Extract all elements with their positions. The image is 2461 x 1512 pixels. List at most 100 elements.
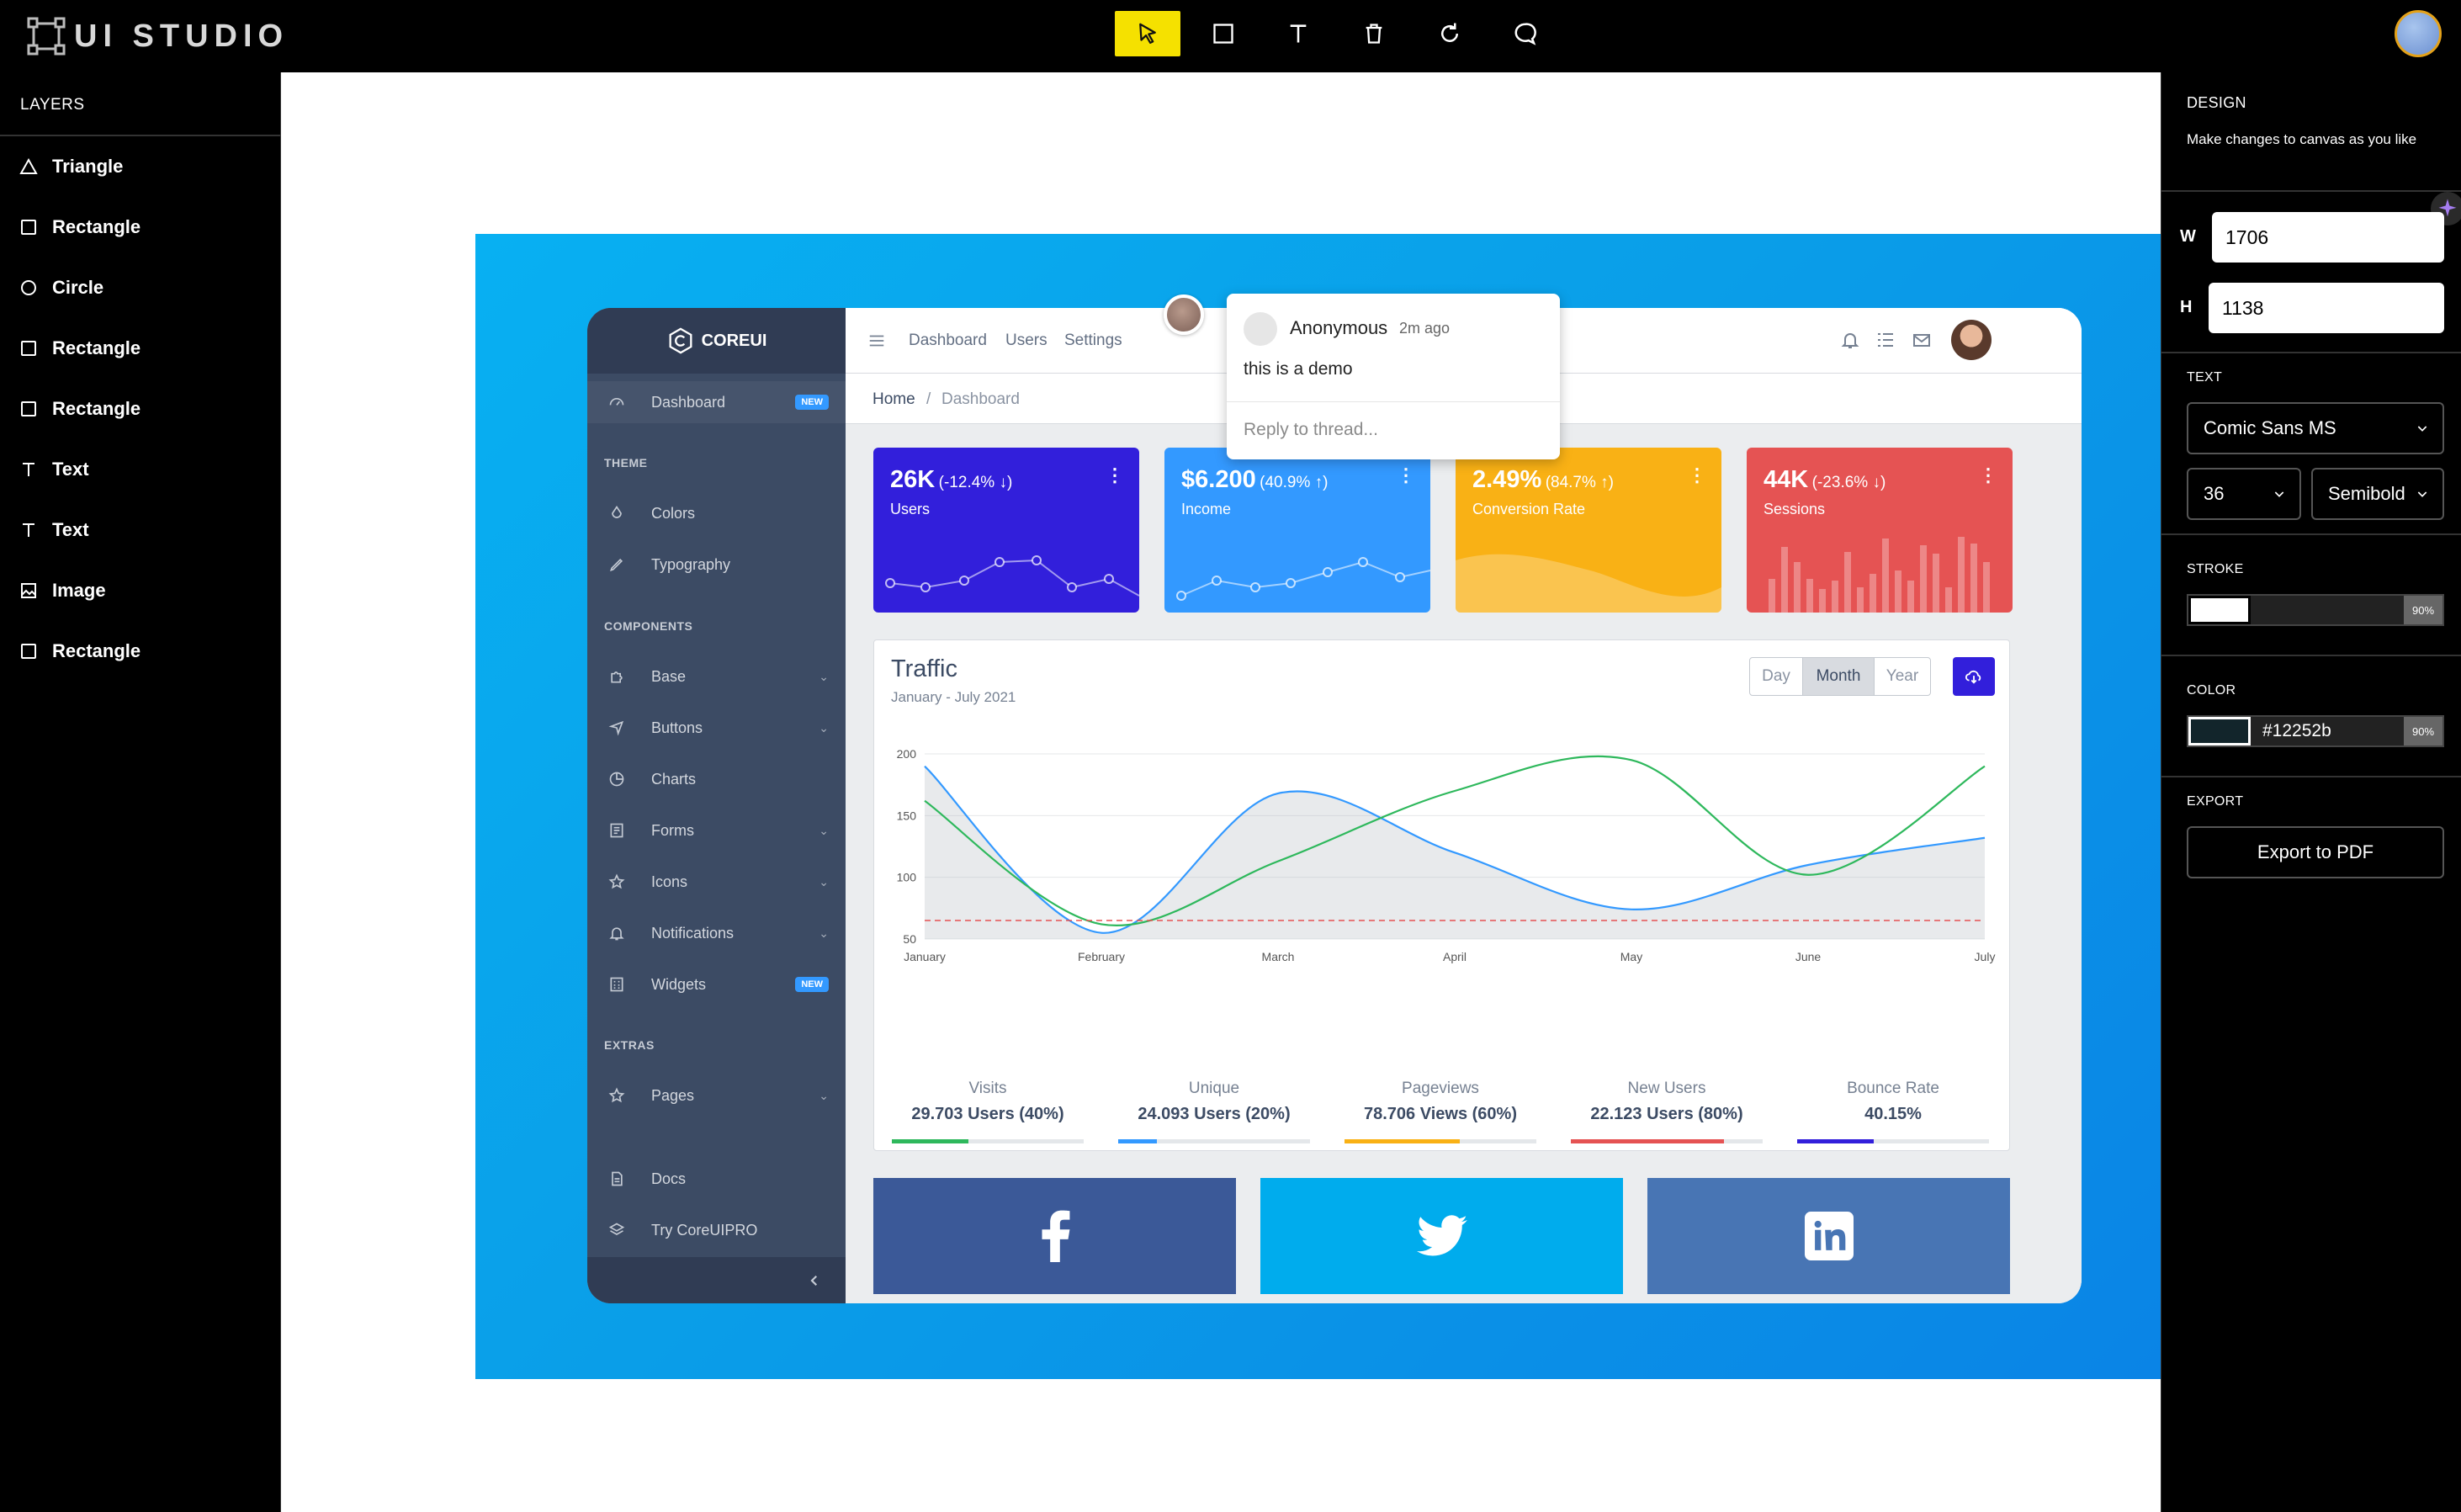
twitter-icon — [1416, 1215, 1467, 1256]
period-day-button[interactable]: Day — [1749, 657, 1803, 696]
sparkline-point — [1286, 578, 1296, 588]
layer-label: Circle — [52, 277, 104, 298]
stroke-control[interactable]: 90% — [2187, 594, 2444, 626]
card-value: $6.200 — [1181, 466, 1256, 493]
font-size-select[interactable]: 36 — [2187, 468, 2301, 520]
period-month-button[interactable]: Month — [1802, 657, 1875, 696]
nav-notifications[interactable]: Notifications ⌄ — [587, 912, 846, 954]
nav-charts[interactable]: Charts — [587, 758, 846, 800]
layer-item[interactable]: Circle — [0, 257, 280, 318]
redo-tool-button[interactable] — [1417, 11, 1482, 56]
layer-item[interactable]: Triangle — [0, 136, 280, 197]
circle-icon — [21, 280, 36, 295]
layers-panel: LAYERS Triangle Rectangle Circle Rectangle R… — [0, 72, 281, 1512]
export-heading: EXPORT — [2187, 794, 2244, 809]
divider — [2161, 533, 2461, 535]
nav-buttons[interactable]: Buttons ⌄ — [587, 707, 846, 749]
layer-item[interactable]: Rectangle — [0, 621, 280, 682]
font-family-select[interactable]: Comic Sans MS — [2187, 402, 2444, 454]
chevron-down-icon: ⌄ — [819, 1088, 829, 1102]
stat-value: 24.093 Users (20%) — [1138, 1105, 1291, 1123]
divider — [2161, 776, 2461, 777]
nav-colors[interactable]: Colors — [587, 492, 846, 534]
list-icon[interactable] — [1875, 330, 1896, 350]
color-heading: COLOR — [2187, 683, 2236, 698]
layer-item[interactable]: Rectangle — [0, 379, 280, 439]
dashboard-user-avatar[interactable] — [1951, 320, 1992, 360]
stroke-swatch[interactable] — [2188, 596, 2251, 624]
user-avatar[interactable] — [2395, 10, 2442, 57]
color-hex-value[interactable]: #12252b — [2262, 721, 2331, 741]
envelope-icon[interactable] — [1912, 330, 1932, 350]
sparkline-point — [1176, 591, 1186, 601]
comment-divider — [1227, 401, 1560, 402]
nav-dashboard[interactable]: Dashboard NEW — [587, 381, 846, 423]
layer-item[interactable]: Rectangle — [0, 318, 280, 379]
card-value: 44K — [1764, 466, 1809, 493]
pointer-tool-button[interactable] — [1115, 11, 1180, 56]
facebook-icon — [1042, 1210, 1069, 1262]
stroke-opacity[interactable]: 90% — [2404, 596, 2442, 624]
width-input[interactable]: 1706 — [2212, 212, 2444, 263]
bell-icon[interactable] — [1840, 330, 1860, 350]
color-swatch[interactable] — [2188, 717, 2251, 745]
comment-tool-button[interactable] — [1493, 11, 1558, 56]
card-change: (-23.6% ↓) — [1811, 474, 1886, 491]
more-options-icon[interactable]: ⋮ — [1688, 464, 1706, 486]
layer-item[interactable]: Rectangle — [0, 197, 280, 257]
width-label: W — [2180, 227, 2196, 246]
rectangle-icon — [1213, 24, 1233, 44]
linkedin-card[interactable] — [1647, 1178, 2010, 1294]
breadcrumb-home[interactable]: Home — [872, 390, 915, 409]
nav-icons[interactable]: Icons ⌄ — [587, 861, 846, 903]
nav-typography[interactable]: Typography — [587, 544, 846, 586]
hamburger-icon[interactable] — [867, 332, 886, 350]
color-opacity[interactable]: 90% — [2404, 717, 2442, 745]
sparkline-bar — [1895, 570, 1901, 613]
traffic-line-chart: 200 150 100 50 January February March April May J… — [897, 747, 1996, 963]
delete-tool-button[interactable] — [1341, 11, 1407, 56]
chevron-down-icon: ⌄ — [819, 823, 829, 837]
header-link-settings[interactable]: Settings — [1064, 332, 1122, 350]
height-input[interactable]: 1138 — [2209, 283, 2444, 333]
text-tool-button[interactable] — [1265, 11, 1331, 56]
layers-heading: LAYERS — [0, 72, 280, 136]
twitter-card[interactable] — [1260, 1178, 1623, 1294]
cloud-download-icon — [1965, 670, 1981, 684]
header-link-dashboard[interactable]: Dashboard — [909, 332, 987, 350]
export-pdf-button[interactable]: Export to PDF — [2187, 826, 2444, 878]
card-sparkline — [885, 555, 1139, 597]
sparkline-bar — [1844, 552, 1851, 613]
nav-try-pro[interactable]: Try CoreUIPRO — [587, 1209, 846, 1251]
rectangle-tool-button[interactable] — [1191, 11, 1256, 56]
chevron-left-icon — [810, 1275, 818, 1286]
sparkline-bar — [1970, 544, 1977, 613]
layer-item[interactable]: Image — [0, 560, 280, 621]
download-button[interactable] — [1953, 657, 1995, 696]
header-link-users[interactable]: Users — [1005, 332, 1048, 350]
stat-progress-fill — [1118, 1139, 1157, 1143]
layer-item[interactable]: Text — [0, 439, 280, 500]
brand-name: COREUI — [701, 331, 767, 350]
nav-docs[interactable]: Docs — [587, 1158, 846, 1200]
facebook-card[interactable] — [873, 1178, 1236, 1294]
more-options-icon[interactable]: ⋮ — [1106, 464, 1124, 486]
period-year-button[interactable]: Year — [1874, 657, 1931, 696]
nav-pages[interactable]: Pages ⌄ — [587, 1074, 846, 1117]
more-options-icon[interactable]: ⋮ — [1397, 464, 1415, 486]
breadcrumb-current: Dashboard — [941, 390, 1020, 408]
more-options-icon[interactable]: ⋮ — [1979, 464, 1997, 486]
stroke-heading: STROKE — [2187, 562, 2244, 576]
layer-item[interactable]: Text — [0, 500, 280, 560]
sidebar-toggle[interactable] — [587, 1257, 846, 1303]
color-control[interactable]: #12252b 90% — [2187, 715, 2444, 747]
x-tick-label: January — [904, 950, 946, 963]
reply-input[interactable]: Reply to thread... — [1244, 420, 1378, 440]
nav-widgets[interactable]: Widgets NEW — [587, 963, 846, 1005]
card-change: (40.9% ↑) — [1260, 474, 1329, 491]
comment-avatar-pin[interactable] — [1164, 294, 1204, 335]
font-weight-select[interactable]: Semibold — [2311, 468, 2444, 520]
nav-base[interactable]: Base ⌄ — [587, 655, 846, 698]
nav-forms[interactable]: Forms ⌄ — [587, 809, 846, 851]
bell-icon — [607, 924, 626, 942]
